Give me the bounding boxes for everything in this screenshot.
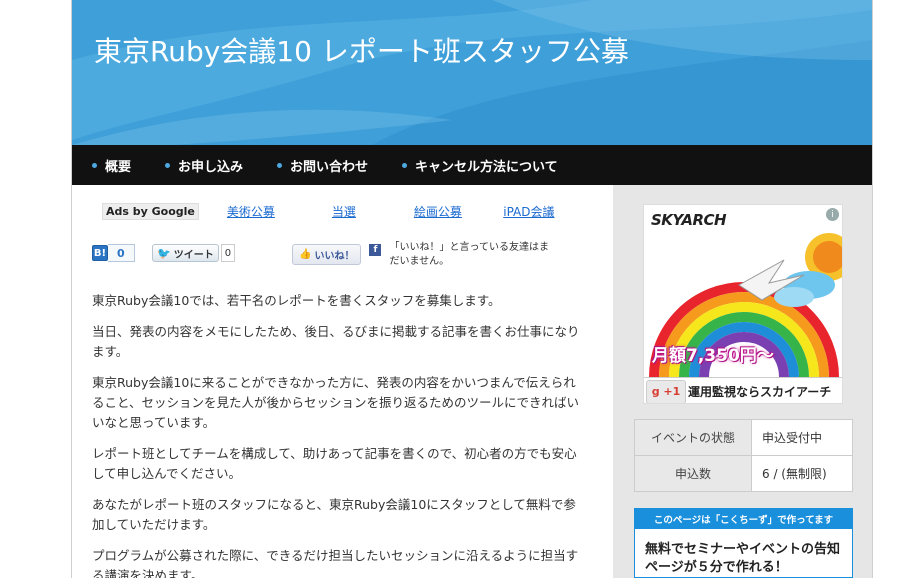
- tweet-widget: 🐦 ツイート 0: [152, 244, 236, 262]
- facebook-like-widget: 👍 いいね！ f 「いいね！」と言っている友達はまだいません。: [292, 242, 549, 269]
- twitter-bird-icon: 🐦: [157, 246, 171, 260]
- table-row: イベントの状態 申込受付中: [634, 419, 853, 456]
- ad-bottom-bar: g +1 運用監視ならスカイアーチ: [644, 377, 842, 403]
- hatena-icon: B!: [92, 245, 108, 261]
- hatena-bookmark-button[interactable]: B! 0: [92, 244, 135, 262]
- ad-link-art[interactable]: 美術公募: [225, 203, 277, 220]
- facebook-icon: f: [369, 244, 382, 256]
- table-row: 申込数 6 / (無制限): [634, 455, 853, 492]
- applications-value: 6 / (無制限): [751, 455, 853, 492]
- like-button[interactable]: 👍 いいね！: [292, 244, 362, 265]
- main-nav: 概要 お申し込み お問い合わせ キャンセル方法について: [72, 145, 872, 185]
- kokuchpz-promo[interactable]: このページは「こくちーず」で作ってます 無料でセミナーやイベントの告知ページが５…: [634, 508, 853, 578]
- ad-price: 月額7,350円～: [652, 346, 774, 366]
- skyarch-logo: SKYARCH: [651, 211, 727, 229]
- paragraph: レポート班としてチームを構成して、助けあって記事を書くので、初心者の方でも安心し…: [92, 446, 577, 481]
- sidebar: SKYARCH i 月額7,350円～ g +1 運用監視ならスカイアーチ イベ…: [613, 185, 872, 578]
- site-header: 東京Ruby会議10 レポート班スタッフ公募: [72, 0, 872, 145]
- ad-slogan: 運用監視ならスカイアーチ: [688, 385, 832, 399]
- nav-item-apply[interactable]: お申し込み: [165, 156, 243, 175]
- paragraph: プログラムが公募された際に、できるだけ担当したいセッションに沿えるように担当する…: [92, 548, 579, 578]
- applications-key: 申込数: [634, 455, 752, 492]
- paragraph: 当日、発表の内容をメモにしたため、後日、るびまに掲載する記事を書くお仕事になりま…: [92, 324, 580, 359]
- skyarch-ad-banner[interactable]: SKYARCH i 月額7,350円～ g +1 運用監視ならスカイアーチ: [643, 204, 843, 404]
- bullet-icon: [165, 162, 171, 168]
- bullet-icon: [92, 162, 97, 168]
- bullet-icon: [402, 162, 408, 168]
- article-body: 東京Ruby会議10では、若干名のレポートを書くスタッフを募集します。 当日、発…: [92, 291, 582, 578]
- page: 東京Ruby会議10 レポート班スタッフ公募 概要 お申し込み お問い合わせ キ…: [71, 0, 873, 578]
- bullet-icon: [277, 162, 283, 168]
- like-message: 「いいね！」と言っている友達はまだいません。: [389, 242, 549, 267]
- paragraph: 東京Ruby会議10に来ることができなかった方に、発表の内容をかいつまんで伝えら…: [92, 375, 580, 430]
- paragraph: 東京Ruby会議10では、若干名のレポートを書くスタッフを募集します。: [92, 293, 501, 308]
- nav-item-cancel[interactable]: キャンセル方法について: [402, 156, 558, 175]
- ad-link-ipad[interactable]: iPAD会議: [500, 203, 558, 220]
- social-buttons: B! 0 🐦 ツイート 0 👍 いいね！ f 「いいね！」と言っている友達はまだいま…: [92, 242, 562, 280]
- header-background-swirl: [72, 0, 872, 145]
- ad-info-icon[interactable]: i: [826, 208, 839, 221]
- ad-links: Ads by Google 美術公募 当選 絵画公募 iPAD会議: [102, 203, 558, 220]
- thumbs-up-icon: 👍: [299, 249, 312, 260]
- paragraph: あなたがレポート班のスタッフになると、東京Ruby会議10にスタッフとして無料で…: [92, 497, 576, 532]
- ad-link-winning[interactable]: 当選: [331, 203, 357, 220]
- rainbow-illustration: [644, 205, 842, 403]
- promo-header: このページは「こくちーず」で作ってます: [635, 509, 852, 529]
- promo-text: 無料でセミナーやイベントの告知ページが５分で作れる！: [645, 542, 841, 575]
- event-status-table: イベントの状態 申込受付中 申込数 6 / (無制限): [634, 419, 853, 492]
- nav-item-overview[interactable]: 概要: [92, 156, 131, 175]
- ad-link-painting[interactable]: 絵画公募: [412, 203, 464, 220]
- tweet-count: 0: [220, 244, 236, 262]
- ads-by-google-label[interactable]: Ads by Google: [102, 203, 199, 220]
- google-plus-one-button[interactable]: g +1: [646, 379, 686, 403]
- hatena-count: 0: [108, 244, 135, 262]
- tweet-button[interactable]: 🐦 ツイート: [152, 244, 219, 262]
- status-key: イベントの状態: [634, 419, 752, 456]
- nav-item-contact[interactable]: お問い合わせ: [277, 156, 368, 175]
- status-value: 申込受付中: [751, 419, 853, 456]
- page-title: 東京Ruby会議10 レポート班スタッフ公募: [94, 35, 629, 68]
